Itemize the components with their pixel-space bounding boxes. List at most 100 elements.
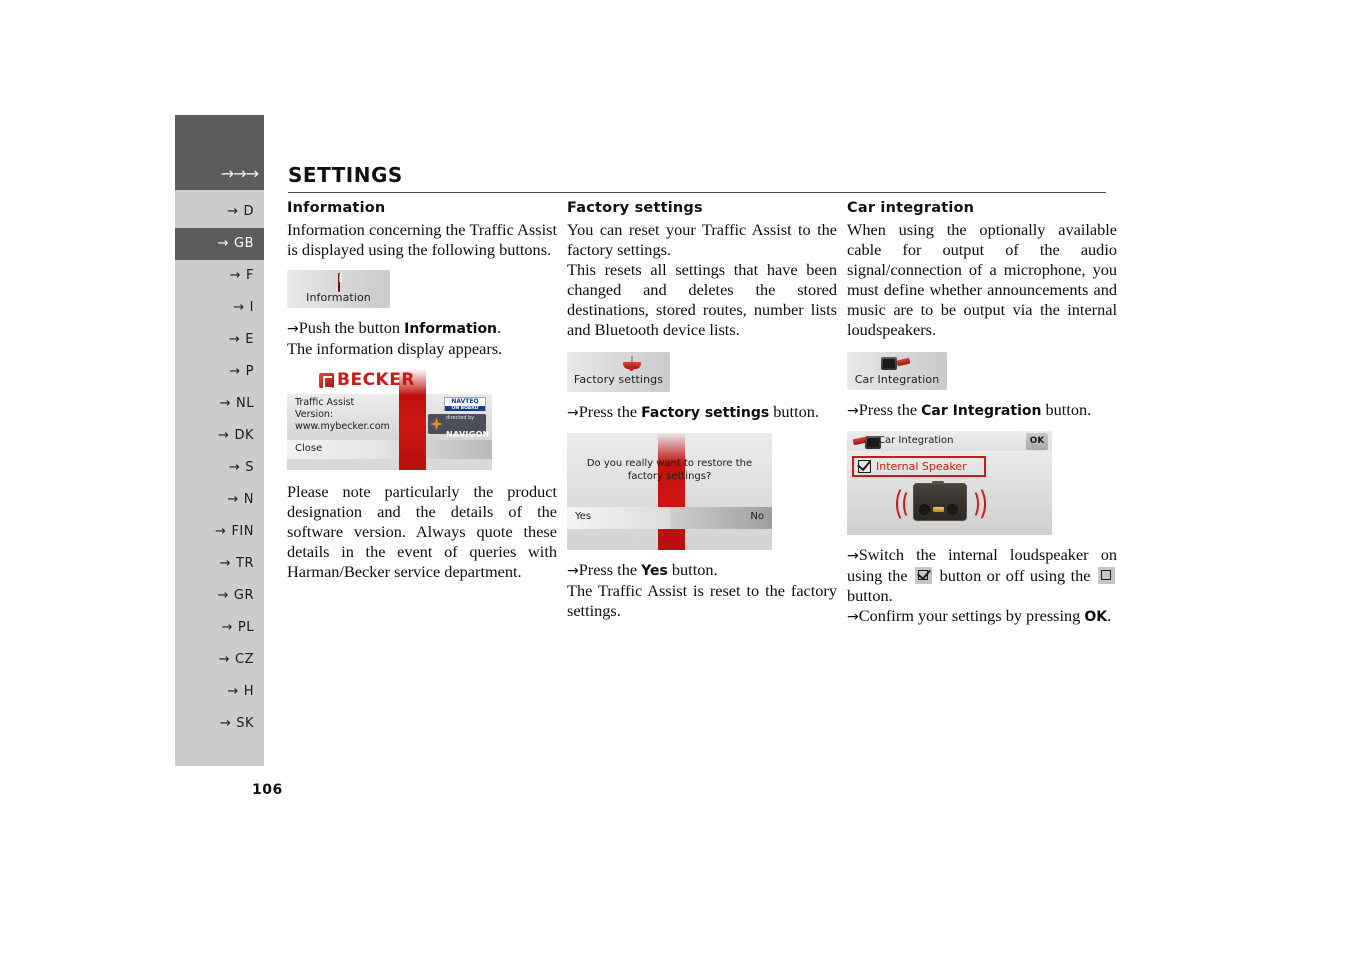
car-integration-button-label: Car Integration <box>854 373 940 386</box>
sidebar-item-label: S <box>245 460 254 475</box>
checkbox-checked-icon[interactable] <box>858 460 871 473</box>
step-suffix: . <box>497 318 502 337</box>
step-text: Confirm your settings by pressing <box>858 606 1085 625</box>
car-screenshot-header: Car Integration OK <box>847 431 1052 451</box>
navigon-badge-top: directed by <box>446 415 475 421</box>
device-speaker-left-icon <box>919 504 930 515</box>
sidebar-item-label: D <box>243 204 254 219</box>
step-bold: Yes <box>641 563 668 579</box>
column-car-integration: Car integration When using the optionall… <box>847 200 1117 627</box>
sidebar-arrow-icon: → <box>228 332 241 347</box>
sidebar-item-pl[interactable]: → PL <box>175 612 264 644</box>
step-text-b: button or off using the <box>934 566 1096 585</box>
sidebar-arrow-icon: → <box>217 236 229 251</box>
heading-factory-settings: Factory settings <box>567 200 703 216</box>
car-screenshot-ok-button[interactable]: OK <box>1026 433 1048 450</box>
device-illustration <box>896 481 986 523</box>
car-integration-button[interactable]: Car Integration <box>847 352 947 390</box>
language-sidebar: →→→ → D → GB → F → I → E → P → NL → DK → S → N → FIN → TR → GR → PL… <box>175 115 264 772</box>
sidebar-item-s[interactable]: → S <box>175 452 264 484</box>
confirm-yes-button[interactable]: Yes <box>567 507 670 529</box>
sidebar-item-label: GR <box>233 588 254 603</box>
sidebar-item-cz[interactable]: → CZ <box>175 644 264 676</box>
factory-step-1: →Press the Factory settings button. <box>567 402 837 423</box>
sidebar-item-label: FIN <box>231 524 254 539</box>
step-suffix: button. <box>667 560 718 579</box>
sidebar-item-label: I <box>249 300 254 315</box>
heading-information: Information <box>287 200 386 216</box>
sidebar-arrow-icon: → <box>217 588 229 603</box>
manual-page: →→→ → D → GB → F → I → E → P → NL → DK → S → N → FIN → TR → GR → PL… <box>0 0 1351 954</box>
sidebar-item-nl[interactable]: → NL <box>175 388 264 420</box>
step-suffix: button. <box>1041 400 1092 419</box>
language-list: → D → GB → F → I → E → P → NL → DK → S → N → FIN → TR → GR → PL → CZ →… <box>175 190 264 766</box>
sidebar-item-fin[interactable]: → FIN <box>175 516 264 548</box>
information-step-note: The information display appears. <box>287 339 503 358</box>
step-bold: Car Integration <box>921 403 1042 419</box>
sidebar-item-p[interactable]: → P <box>175 356 264 388</box>
step-arrow-icon: → <box>567 563 579 579</box>
factory-para-1: You can reset your Traffic Assist to the… <box>567 220 837 259</box>
device-shell <box>913 483 967 521</box>
factory-settings-button[interactable]: Factory settings <box>567 352 670 392</box>
sidebar-item-dk[interactable]: → DK <box>175 420 264 452</box>
step-suffix: button. <box>769 402 819 421</box>
column-factory-settings: Factory settings You can reset your Traf… <box>567 200 837 621</box>
step-bold: OK <box>1084 609 1108 625</box>
sidebar-arrow-icon: → <box>227 492 239 507</box>
confirm-yes-label: Yes <box>575 511 592 522</box>
sidebar-item-label: TR <box>236 556 254 571</box>
factory-step-2: →Press the Yes button. <box>567 560 837 581</box>
sidebar-item-label: DK <box>234 428 254 443</box>
internal-speaker-label: Internal Speaker <box>876 460 967 473</box>
sidebar-item-h[interactable]: → H <box>175 676 264 708</box>
sidebar-item-d[interactable]: → D <box>175 196 264 228</box>
information-step-1: →Push the button Information. <box>287 318 557 339</box>
car-integration-icon <box>852 435 881 455</box>
sidebar-item-label: GB <box>234 236 254 251</box>
sidebar-item-sk[interactable]: → SK <box>175 708 264 740</box>
step-arrow-icon: → <box>287 321 299 337</box>
information-intro: Information concerning the Traffic Assis… <box>287 220 557 259</box>
sidebar-item-n[interactable]: → N <box>175 484 264 516</box>
sidebar-arrow-icon: → <box>229 268 242 283</box>
information-button[interactable]: Information <box>287 270 390 308</box>
factory-confirm-screenshot: Do you really want to restore the factor… <box>567 433 772 550</box>
sidebar-item-gb[interactable]: → GB <box>175 228 264 260</box>
factory-para-2: This resets all settings that have been … <box>567 260 837 339</box>
confirm-question: Do you really want to restore the factor… <box>586 458 753 482</box>
page-title: SETTINGS <box>288 163 403 187</box>
screenshot-footer <box>287 459 492 470</box>
screenshot-close-label: Close <box>295 443 323 454</box>
step-suffix: . <box>1107 606 1112 625</box>
step-text: Press the <box>858 400 922 419</box>
sidebar-item-i[interactable]: → I <box>175 292 264 324</box>
sidebar-arrow-icon: → <box>218 652 231 667</box>
sound-wave-icon <box>966 485 986 523</box>
sidebar-item-gr[interactable]: → GR <box>175 580 264 612</box>
car-step-3: →Confirm your settings by pressing OK. <box>847 606 1117 627</box>
sidebar-item-e[interactable]: → E <box>175 324 264 356</box>
internal-speaker-option[interactable]: Internal Speaker <box>852 456 986 477</box>
sidebar-item-f[interactable]: → F <box>175 260 264 292</box>
information-outro: Please note particularly the product des… <box>287 482 557 581</box>
car-screenshot-title: Car Integration <box>878 435 954 446</box>
becker-logo-mark-icon <box>319 373 334 389</box>
navigon-badge-icon: directed by NAVIGON <box>428 414 489 439</box>
page-number: 106 <box>252 782 283 798</box>
screenshot-info-body: Traffic Assist Version: www.mybecker.com… <box>287 394 492 440</box>
information-button-label: Information <box>306 291 371 304</box>
car-intro: When using the optionally available cabl… <box>847 220 1117 339</box>
sidebar-item-tr[interactable]: → TR <box>175 548 264 580</box>
screenshot-red-accent <box>658 433 685 550</box>
navigon-star-icon <box>430 417 443 431</box>
car-step-1: →Press the Car Integration button. <box>847 400 1117 421</box>
car-integration-icon <box>847 356 947 371</box>
sidebar-item-label: CZ <box>235 652 254 667</box>
screenshot-close-button[interactable]: Close <box>287 440 492 459</box>
device-speaker-right-icon <box>947 504 958 515</box>
confirm-button-bar: Yes No <box>567 507 772 529</box>
nav-arrows-icon: →→→ <box>220 164 259 183</box>
confirm-no-button[interactable]: No <box>669 507 772 529</box>
factory-settings-icon <box>567 356 670 371</box>
